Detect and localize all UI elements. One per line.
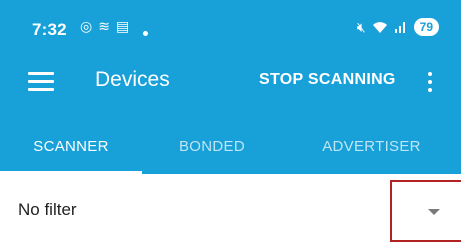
hamburger-menu-icon[interactable] xyxy=(28,70,54,92)
filter-label: No filter xyxy=(18,200,77,219)
notification-dot-icon xyxy=(143,31,148,36)
tab-scanner[interactable]: SCANNER xyxy=(0,118,142,174)
toolbar: Devices STOP SCANNING xyxy=(0,56,461,110)
status-bar: 7:32 ◎ ≋ ▤ 🔇︎ 79 xyxy=(0,0,461,56)
page-title: Devices xyxy=(95,68,170,91)
filter-dropdown-button[interactable] xyxy=(390,180,461,242)
mute-icon: 🔇︎ xyxy=(356,18,366,35)
status-right-icons: 🔇︎ 79 xyxy=(357,18,439,36)
tab-bar: SCANNER BONDED ADVERTISER xyxy=(0,118,461,174)
filter-row: No filter xyxy=(0,178,461,242)
stop-scanning-button[interactable]: STOP SCANNING xyxy=(259,71,396,89)
status-left-icons: ◎ ≋ ▤ xyxy=(80,18,129,35)
tab-bonded[interactable]: BONDED xyxy=(142,118,282,174)
alarm-icon: ◎ xyxy=(80,18,93,34)
status-time: 7:32 xyxy=(32,20,67,39)
signal-icon xyxy=(394,22,405,33)
more-options-icon[interactable] xyxy=(424,68,436,98)
tab-indicator xyxy=(0,171,142,174)
tab-advertiser[interactable]: ADVERTISER xyxy=(282,118,461,174)
dropdown-arrow-icon xyxy=(428,209,440,215)
app-bar: 7:32 ◎ ≋ ▤ 🔇︎ 79 Devices STOP SCANNING S… xyxy=(0,0,461,174)
wifi-icon xyxy=(372,22,387,33)
battery-indicator: 79 xyxy=(413,18,439,36)
voicemail-icon: ≋ xyxy=(98,18,110,34)
screen-icon: ▤ xyxy=(115,18,130,34)
